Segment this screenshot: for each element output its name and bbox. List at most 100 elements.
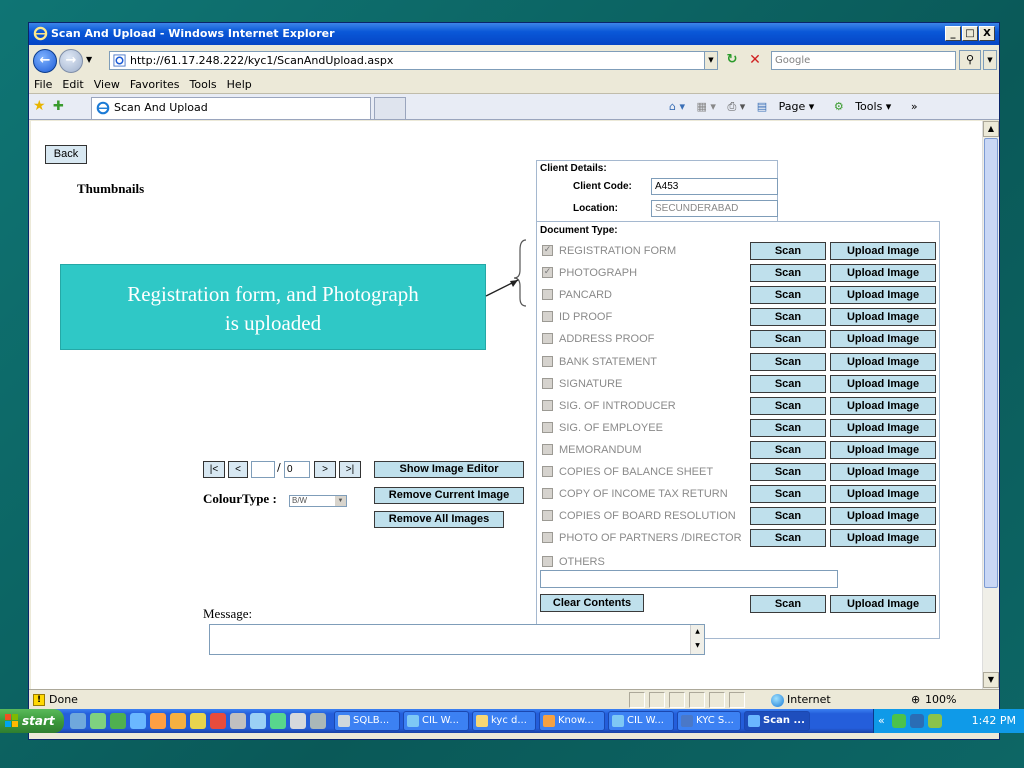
refresh-icon[interactable]: ↻ [722, 50, 742, 70]
close-button[interactable]: X [979, 26, 995, 41]
document-checkbox[interactable] [542, 488, 553, 500]
message-scrollbar[interactable]: ▲ ▼ [690, 625, 704, 654]
scan-button[interactable]: Scan [750, 396, 826, 415]
page-total-input[interactable]: 0 [284, 461, 310, 478]
menu-help[interactable]: Help [222, 75, 257, 94]
scan-button[interactable]: Scan [750, 308, 826, 327]
show-image-editor-button[interactable]: Show Image Editor [374, 461, 524, 478]
scan-button[interactable]: Scan [750, 352, 826, 371]
upload-image-button[interactable]: Upload Image [830, 286, 936, 305]
scan-button[interactable]: Scan [750, 242, 826, 260]
search-icon[interactable]: ⚲ [959, 50, 981, 70]
others-input[interactable] [540, 570, 838, 588]
last-page-button[interactable]: >| [339, 461, 361, 478]
menu-edit[interactable]: Edit [57, 75, 88, 94]
history-dropdown-icon[interactable]: ▼ [86, 55, 92, 64]
tray-icon-2[interactable] [910, 714, 924, 728]
document-checkbox[interactable]: ✓ [542, 245, 553, 256]
zoom-icon[interactable]: ⊕ [911, 690, 920, 710]
next-page-button[interactable]: > [314, 461, 336, 478]
first-page-button[interactable]: |< [203, 461, 225, 478]
page-menu[interactable]: ▤ Page ▾ [757, 100, 823, 113]
minimize-button[interactable]: _ [945, 26, 961, 41]
document-checkbox[interactable] [542, 556, 553, 567]
scroll-down-icon[interactable]: ▼ [983, 672, 999, 688]
document-checkbox[interactable] [542, 399, 553, 411]
upload-image-button[interactable]: Upload Image [830, 264, 936, 283]
upload-image-button[interactable]: Upload Image [830, 485, 936, 504]
scan-button[interactable]: Scan [750, 440, 826, 459]
upload-image-button[interactable]: Upload Image [830, 507, 936, 526]
document-checkbox[interactable] [542, 289, 553, 301]
scan-button[interactable]: Scan [750, 507, 826, 526]
page-number-input[interactable] [251, 461, 275, 478]
favorites-star-icon[interactable]: ★ [33, 99, 48, 114]
prev-page-button[interactable]: < [228, 461, 248, 478]
scan-button[interactable]: Scan [750, 485, 826, 504]
tools-menu[interactable]: ⚙ Tools ▾ [834, 100, 900, 113]
quicklaunch-icon-1[interactable] [70, 713, 86, 729]
search-input[interactable]: Google [771, 51, 956, 70]
document-checkbox[interactable] [542, 510, 553, 522]
back-nav-button[interactable]: ← [33, 49, 57, 73]
chevron-more-icon[interactable]: » [911, 100, 918, 113]
document-checkbox[interactable] [542, 311, 553, 323]
quicklaunch-icon-11[interactable] [270, 713, 286, 729]
task-button-7[interactable]: Scan ... [744, 711, 810, 731]
upload-image-button[interactable]: Upload Image [830, 308, 936, 327]
menu-tools[interactable]: Tools [185, 75, 222, 94]
print-icon[interactable]: ⎙ ▾ [727, 100, 745, 113]
client-code-input[interactable]: A453 [651, 178, 778, 195]
tab-scan-and-upload[interactable]: Scan And Upload [91, 97, 371, 119]
tray-icon-1[interactable] [892, 714, 906, 728]
document-checkbox[interactable]: ✓ [542, 267, 553, 279]
ie-quicklaunch-icon[interactable] [130, 713, 146, 729]
document-checkbox[interactable] [542, 466, 553, 477]
menu-favorites[interactable]: Favorites [125, 75, 185, 94]
task-button-1[interactable]: SQLB... [334, 711, 400, 731]
document-checkbox[interactable] [542, 532, 553, 544]
quicklaunch-icon-9[interactable] [230, 713, 246, 729]
back-button[interactable]: Back [45, 145, 87, 164]
upload-image-button[interactable]: Upload Image [830, 529, 936, 548]
upload-image-button[interactable]: Upload Image [830, 352, 936, 371]
remove-current-image-button[interactable]: Remove Current Image [374, 487, 524, 504]
forward-nav-button[interactable]: → [59, 49, 83, 73]
task-button-6[interactable]: KYC S... [677, 711, 741, 731]
scan-button[interactable]: Scan [750, 418, 826, 437]
sql-quicklaunch-icon[interactable] [310, 713, 326, 729]
menu-view[interactable]: View [89, 75, 125, 94]
others-upload-button[interactable]: Upload Image [830, 595, 936, 613]
message-textarea[interactable]: ▲ ▼ [209, 624, 705, 655]
document-checkbox[interactable] [542, 443, 553, 455]
document-checkbox[interactable] [542, 377, 553, 389]
quicklaunch-icon-3[interactable] [110, 713, 126, 729]
quicklaunch-icon-2[interactable] [90, 713, 106, 729]
task-button-2[interactable]: CIL W... [403, 711, 469, 731]
scan-button[interactable]: Scan [750, 374, 826, 393]
stop-icon[interactable]: ✕ [745, 50, 765, 70]
scan-button[interactable]: Scan [750, 264, 826, 283]
address-input[interactable]: http://61.17.248.222/kyc1/ScanAndUpload.… [109, 51, 709, 70]
location-input[interactable]: SECUNDERABAD [651, 200, 778, 217]
upload-image-button[interactable]: Upload Image [830, 418, 936, 437]
scan-button[interactable]: Scan [750, 463, 826, 481]
quicklaunch-icon-5[interactable] [150, 713, 166, 729]
quicklaunch-icon-12[interactable] [290, 713, 306, 729]
task-button-4[interactable]: Know... [539, 711, 605, 731]
search-options-icon[interactable]: ▼ [983, 50, 997, 70]
quicklaunch-icon-7[interactable] [190, 713, 206, 729]
upload-image-button[interactable]: Upload Image [830, 440, 936, 459]
quicklaunch-icon-8[interactable] [210, 713, 226, 729]
clear-contents-button[interactable]: Clear Contents [540, 594, 644, 612]
document-checkbox[interactable] [542, 355, 553, 367]
remove-all-images-button[interactable]: Remove All Images [374, 511, 504, 528]
document-checkbox[interactable] [542, 333, 553, 345]
vertical-scrollbar[interactable]: ▲ ▼ [982, 121, 999, 689]
home-icon[interactable]: ⌂ ▾ [669, 100, 685, 113]
scroll-thumb[interactable] [984, 138, 998, 588]
colourtype-select[interactable]: B/W ▼ [289, 495, 347, 507]
add-favorite-icon[interactable]: ✚ [53, 99, 68, 114]
upload-image-button[interactable]: Upload Image [830, 396, 936, 415]
scan-button[interactable]: Scan [750, 529, 826, 548]
